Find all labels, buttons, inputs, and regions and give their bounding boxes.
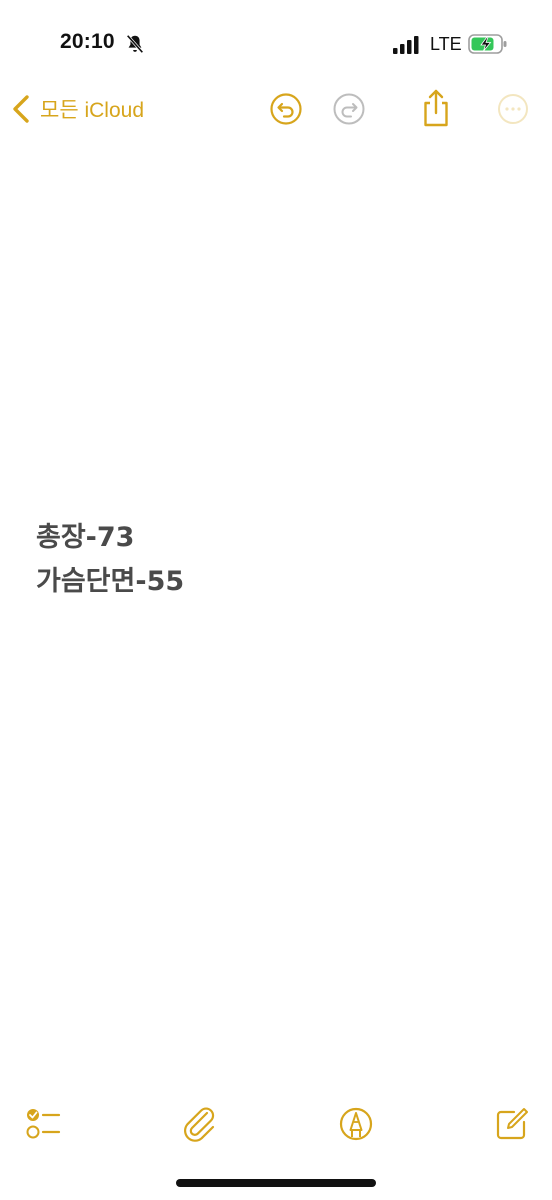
paperclip-icon[interactable] [180, 1104, 220, 1144]
signal-bars-icon [393, 36, 419, 54]
bell-slash-icon [126, 34, 144, 54]
battery-charging-icon [468, 34, 507, 54]
carrier-label: LTE [430, 34, 462, 54]
more-icon[interactable] [496, 92, 530, 126]
back-button[interactable]: 모든 iCloud [10, 90, 144, 128]
note-line: 총장-73 [36, 522, 135, 553]
note-body[interactable]: 총장-73 가슴단면-55 [36, 516, 516, 604]
notes-screen: 20:10 LTE 모든 iCloud 총장-73 가슴단면-55 [0, 0, 552, 1200]
back-label: 모든 iCloud [40, 99, 145, 122]
nav-bar: 모든 iCloud [0, 82, 552, 136]
bottom-toolbar [0, 1100, 552, 1150]
note-line: 가슴단면-55 [36, 566, 185, 597]
share-icon[interactable] [421, 88, 451, 128]
home-indicator[interactable] [176, 1179, 376, 1187]
checklist-icon[interactable] [24, 1104, 64, 1144]
status-bar: 20:10 LTE [0, 0, 552, 90]
redo-icon[interactable] [332, 92, 366, 126]
chevron-left-icon [13, 95, 29, 123]
markup-pen-icon[interactable] [336, 1104, 376, 1144]
status-time: 20:10 [60, 30, 115, 53]
compose-icon[interactable] [492, 1104, 532, 1144]
undo-icon[interactable] [269, 92, 303, 126]
